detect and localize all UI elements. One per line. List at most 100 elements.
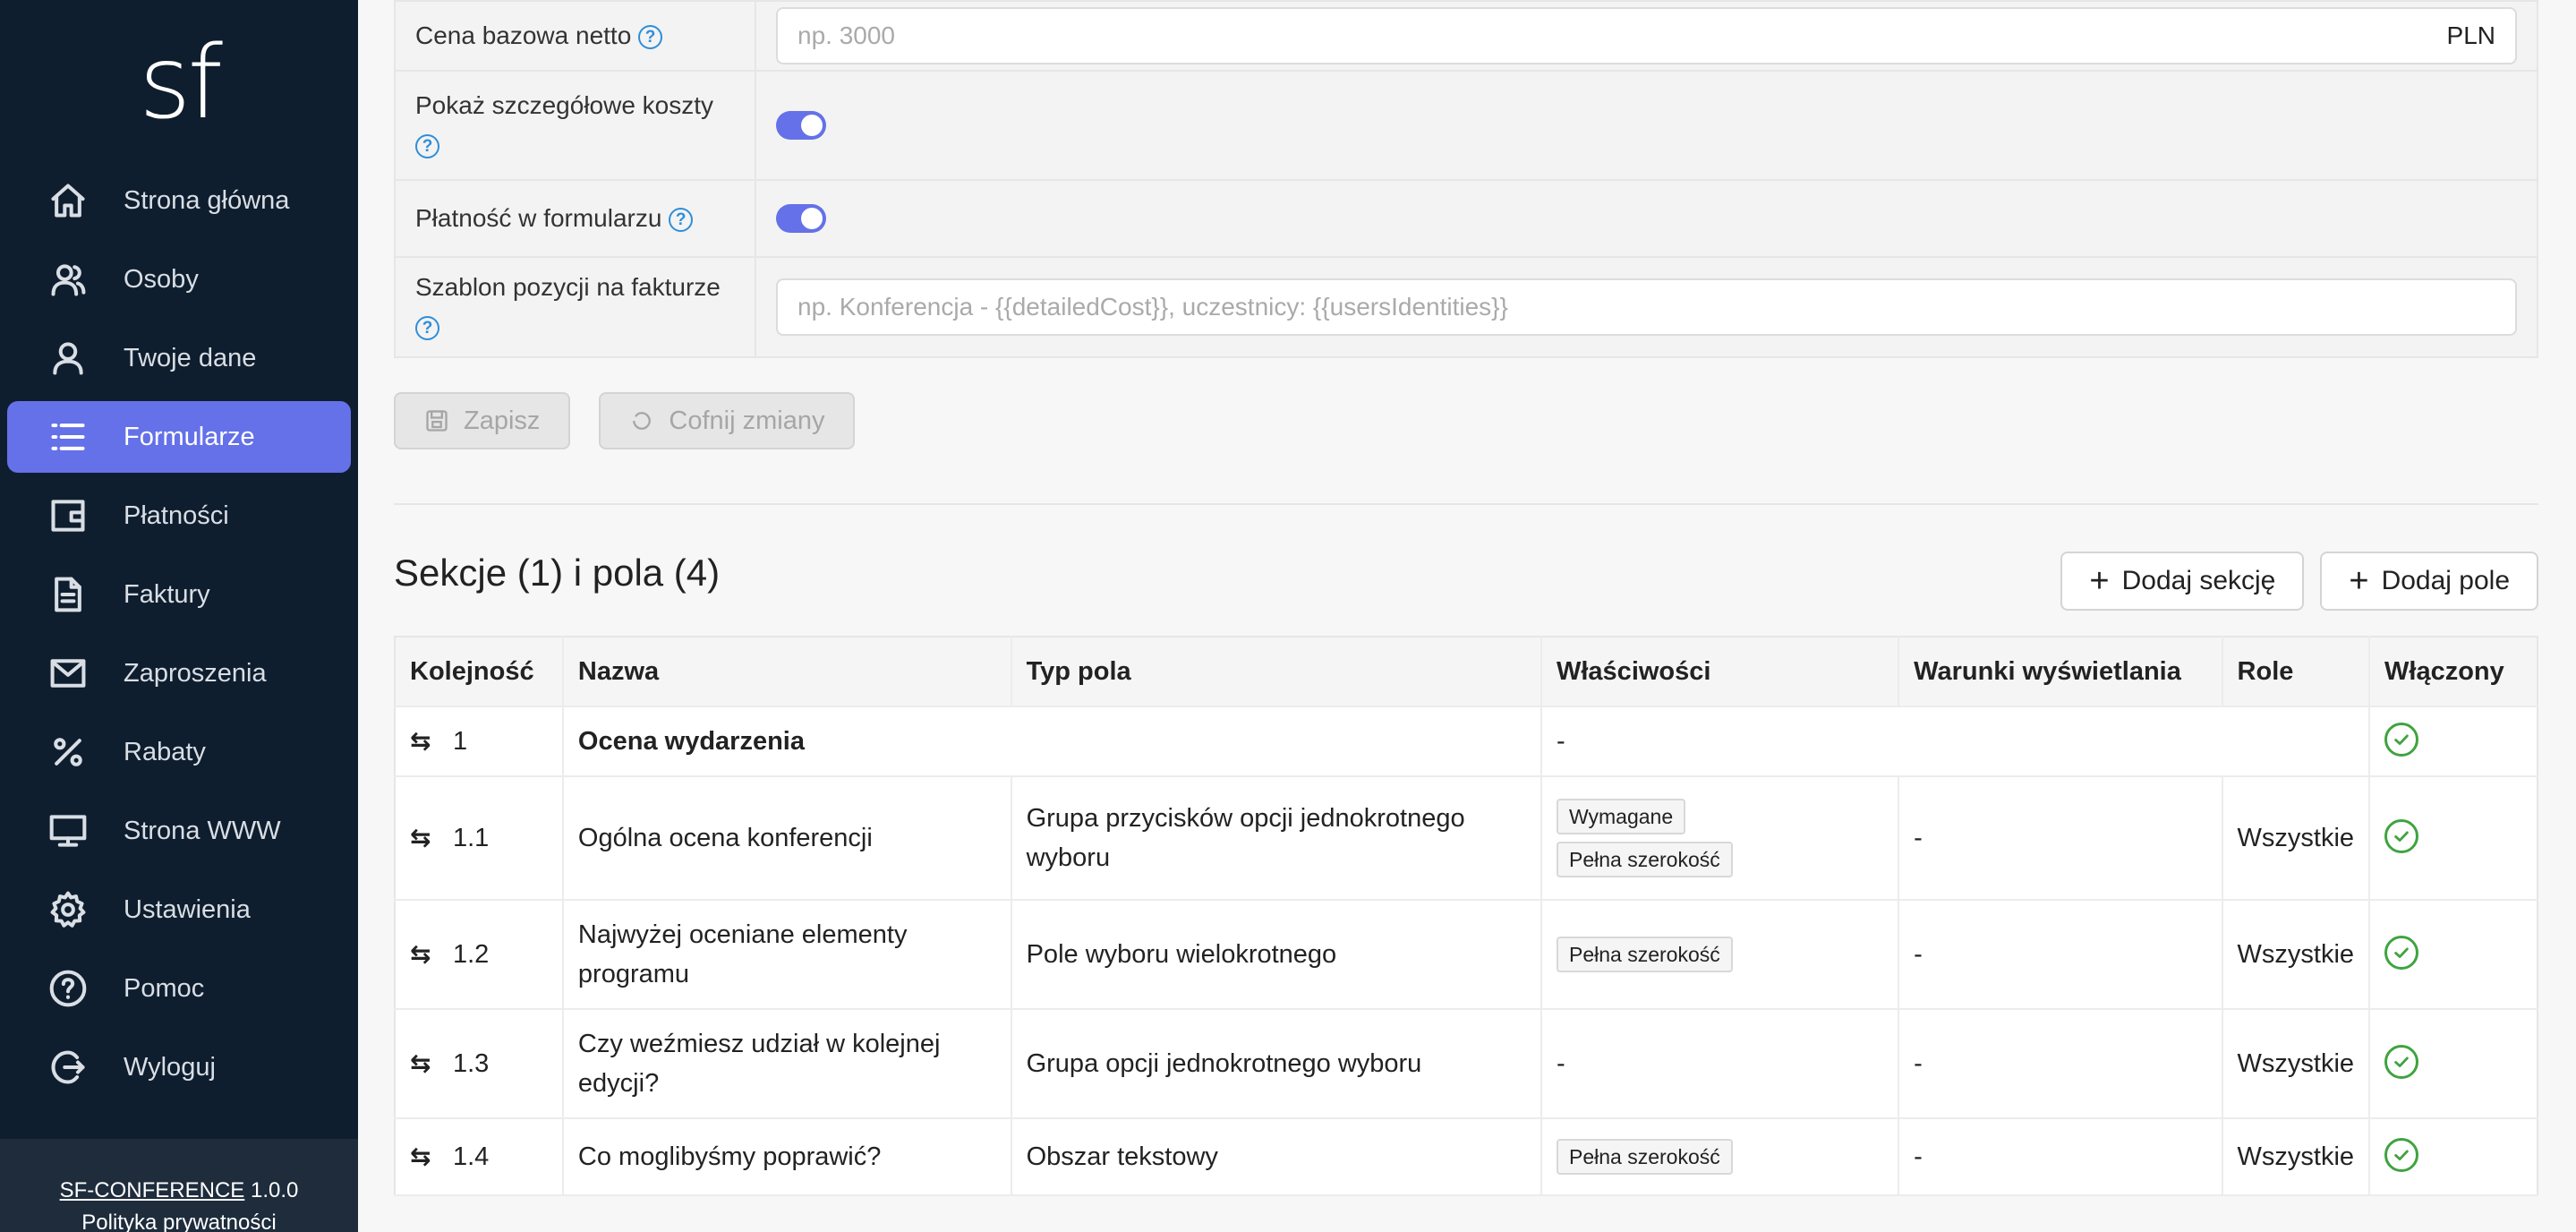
invoice-template-label-text: Szablon pozycji na fakturze xyxy=(415,273,721,301)
column-header-properties[interactable]: Właściwości xyxy=(1541,637,1900,707)
help-icon[interactable]: ? xyxy=(638,25,663,50)
sidebar-item-payments[interactable]: Płatności xyxy=(7,480,351,552)
table-header-row: Kolejność Nazwa Typ pola Właściwości War… xyxy=(395,637,2538,707)
help-icon xyxy=(48,969,88,1008)
section-properties: - xyxy=(1541,706,2371,777)
properties-cell: - xyxy=(1541,1009,1900,1119)
envelope-icon xyxy=(48,654,88,693)
check-circle-icon[interactable] xyxy=(2384,936,2419,970)
enabled-cell xyxy=(2369,706,2538,777)
table-row[interactable]: ⇆ 1.4 Co moglibyśmy poprawić? Obszar teks… xyxy=(395,1118,2538,1196)
base-price-input[interactable]: np. 3000 PLN xyxy=(776,7,2517,64)
check-circle-icon[interactable] xyxy=(2384,1138,2419,1172)
sections-actions: + Dodaj sekcję + Dodaj pole xyxy=(2060,552,2538,611)
privacy-link[interactable]: Polityka prywatności xyxy=(0,1207,358,1232)
table-row[interactable]: ⇆ 1.2 Najwyżej oceniane elementy programu… xyxy=(395,900,2538,1010)
roles-cell: Wszystkie xyxy=(2222,1009,2371,1119)
conditions-cell: - xyxy=(1898,900,2223,1010)
detailed-costs-row: Pokaż szczegółowe koszty ? xyxy=(396,70,2537,179)
currency-suffix: PLN xyxy=(2446,21,2495,49)
table-row[interactable]: ⇆ 1.3 Czy weźmiesz udział w kolejnej edyc… xyxy=(395,1009,2538,1119)
sidebar-item-label: Ustawienia xyxy=(124,894,251,924)
sidebar-item-label: Osoby xyxy=(124,264,199,294)
sidebar-item-label: Strona WWW xyxy=(124,816,281,845)
payment-row: Płatność w formularzu ? xyxy=(396,179,2537,256)
add-field-button[interactable]: + Dodaj pole xyxy=(2320,552,2538,611)
field-name: Najwyżej oceniane elementy programu xyxy=(562,900,1012,1010)
invoice-template-value-cell: np. Konferencja - {{detailedCost}}, ucze… xyxy=(756,258,2537,356)
table-row[interactable]: ⇆ 1.1 Ogólna ocena konferencji Grupa przy… xyxy=(395,776,2538,901)
save-button-label: Zapisz xyxy=(464,406,541,435)
main-content: Cena bazowa netto ? np. 3000 PLN Pokaż s… xyxy=(358,0,2576,1232)
sidebar-item-your-data[interactable]: Twoje dane xyxy=(7,322,351,394)
invoice-template-row: Szablon pozycji na fakturze ? np. Konfer… xyxy=(396,256,2537,356)
invoice-template-label: Szablon pozycji na fakturze ? xyxy=(396,258,756,356)
form-actions: Zapisz Cofnij zmiany xyxy=(394,392,856,449)
app-name-link[interactable]: SF-CONFERENCE xyxy=(60,1178,245,1202)
conditions-cell: - xyxy=(1898,776,2223,901)
app-version: 1.0.0 xyxy=(250,1178,299,1202)
help-icon[interactable]: ? xyxy=(669,208,694,233)
field-name: Czy weźmiesz udział w kolejnej edycji? xyxy=(562,1009,1012,1119)
add-section-label: Dodaj sekcję xyxy=(2121,566,2276,595)
sidebar-footer: SF-CONFERENCE 1.0.0 Polityka prywatności xyxy=(0,1139,358,1232)
column-header-type[interactable]: Typ pola xyxy=(1011,637,1543,707)
order-value: 1.1 xyxy=(453,824,490,852)
add-section-button[interactable]: + Dodaj sekcję xyxy=(2060,552,2305,611)
payment-toggle[interactable] xyxy=(776,204,826,233)
column-header-order[interactable]: Kolejność xyxy=(395,637,564,707)
revert-button[interactable]: Cofnij zmiany xyxy=(599,392,856,449)
column-header-enabled[interactable]: Włączony xyxy=(2369,637,2538,707)
sidebar-item-label: Zaproszenia xyxy=(124,658,267,688)
form-settings-table: Cena bazowa netto ? np. 3000 PLN Pokaż s… xyxy=(394,0,2538,358)
save-button[interactable]: Zapisz xyxy=(394,392,571,449)
enabled-cell xyxy=(2369,1118,2538,1196)
sidebar-item-label: Pomoc xyxy=(124,973,205,1003)
field-type: Grupa przycisków opcji jednokrotnego wyb… xyxy=(1011,776,1543,901)
drag-handle-icon[interactable]: ⇆ xyxy=(410,1137,437,1176)
property-tag: Pełna szerokość xyxy=(1557,1139,1733,1175)
invoice-template-input[interactable]: np. Konferencja - {{detailedCost}}, ucze… xyxy=(776,278,2517,336)
sidebar-item-logout[interactable]: Wyloguj xyxy=(7,1031,351,1103)
base-price-row: Cena bazowa netto ? np. 3000 PLN xyxy=(396,0,2537,70)
sidebar-item-website[interactable]: Strona WWW xyxy=(7,795,351,867)
app-logo[interactable]: sf xyxy=(0,25,358,141)
property-tag: Wymagane xyxy=(1557,799,1686,834)
sidebar-item-invoices[interactable]: Faktury xyxy=(7,559,351,630)
drag-handle-icon[interactable]: ⇆ xyxy=(410,1044,437,1083)
help-icon[interactable]: ? xyxy=(415,134,439,159)
enabled-cell xyxy=(2369,776,2538,901)
conditions-cell: - xyxy=(1898,1009,2223,1119)
sidebar-item-discounts[interactable]: Rabaty xyxy=(7,716,351,788)
sidebar-item-invitations[interactable]: Zaproszenia xyxy=(7,637,351,709)
field-type: Pole wyboru wielokrotnego xyxy=(1011,900,1543,1010)
detailed-costs-toggle[interactable] xyxy=(776,111,826,140)
order-cell: ⇆ 1.2 xyxy=(395,900,564,1010)
invoice-template-placeholder: np. Konferencja - {{detailedCost}}, ucze… xyxy=(798,293,1508,321)
order-value: 1.2 xyxy=(453,940,490,969)
check-circle-icon[interactable] xyxy=(2384,723,2419,757)
roles-cell: Wszystkie xyxy=(2222,900,2371,1010)
column-header-roles[interactable]: Role xyxy=(2222,637,2371,707)
sidebar-item-home[interactable]: Strona główna xyxy=(7,165,351,236)
field-name: Ogólna ocena konferencji xyxy=(562,776,1012,901)
sidebar-item-forms[interactable]: Formularze xyxy=(7,401,351,473)
sidebar-item-help[interactable]: Pomoc xyxy=(7,953,351,1024)
plus-icon: + xyxy=(2089,562,2110,600)
drag-handle-icon[interactable]: ⇆ xyxy=(410,722,437,761)
drag-handle-icon[interactable]: ⇆ xyxy=(410,818,437,858)
drag-handle-icon[interactable]: ⇆ xyxy=(410,935,437,974)
check-circle-icon[interactable] xyxy=(2384,1045,2419,1079)
detailed-costs-label: Pokaż szczegółowe koszty ? xyxy=(396,72,756,179)
column-header-name[interactable]: Nazwa xyxy=(562,637,1012,707)
table-row-section[interactable]: ⇆ 1 Ocena wydarzenia - xyxy=(395,706,2538,777)
section-name: Ocena wydarzenia xyxy=(562,706,1543,777)
column-header-conditions[interactable]: Warunki wyświetlania xyxy=(1898,637,2223,707)
sidebar-item-people[interactable]: Osoby xyxy=(7,244,351,315)
help-icon[interactable]: ? xyxy=(415,316,439,341)
sidebar-nav: Strona główna Osoby Twoje dane Formularz… xyxy=(7,165,351,1110)
property-tag: Pełna szerokość xyxy=(1557,937,1733,972)
order-value: 1.4 xyxy=(453,1142,490,1171)
check-circle-icon[interactable] xyxy=(2384,819,2419,853)
sidebar-item-settings[interactable]: Ustawienia xyxy=(7,874,351,945)
